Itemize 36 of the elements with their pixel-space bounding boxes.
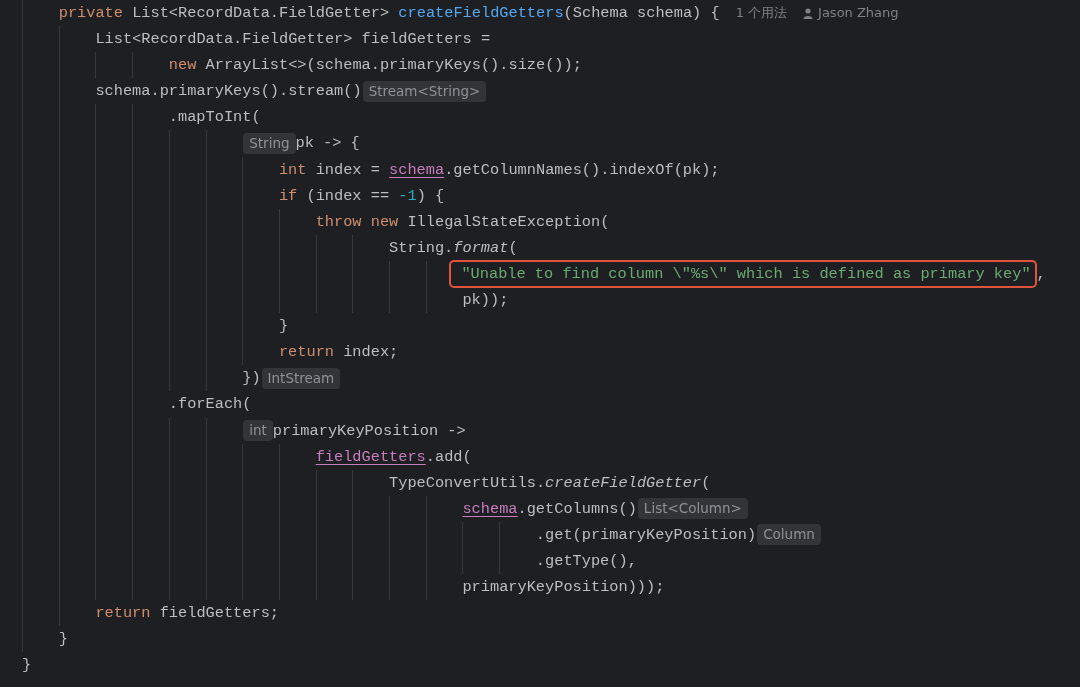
code-text: fieldGetters.add( [315,446,472,468]
type-hint: int [243,420,273,442]
code-text: primaryKeyPosition -> [272,420,466,442]
code-text: } [22,655,32,677]
code-text: int index = schema.getColumnNames().indexOf(pk); [278,159,720,181]
code-text: schema.primaryKeys().stream() [95,81,362,103]
code-text: if (index == -1) { [278,185,445,207]
code-text: throw new IllegalStateException( [315,211,610,233]
code-text: } [278,316,289,338]
highlighted-string: "Unable to find column \"%s\" which is defined as primary key" [449,260,1037,288]
code-text: pk)); [462,290,509,312]
type-hint: Column [757,524,821,546]
author-name[interactable]: Jason Zhang [818,0,899,27]
code-text: primaryKeyPosition))); [462,577,665,599]
usage-count[interactable]: 1 个用法 [735,0,788,27]
person-icon [803,7,814,19]
code-text: } [58,629,68,651]
code-text: pk -> { [295,133,360,155]
code-text: .mapToInt( [168,107,261,129]
code-text: String.format( [389,237,518,259]
code-text: return fieldGetters; [95,603,279,625]
type-hint: List<Column> [637,498,748,520]
code-text: private List<RecordData.FieldGetter> createFieldGetters(Schema schema) { [58,3,720,24]
code-text: schema.getColumns() [462,498,637,520]
code-text: , [1036,263,1046,285]
type-hint: Stream<String> [362,80,487,102]
code-text: TypeConvertUtils.createFieldGetter( [389,472,711,494]
code-text: .forEach( [168,394,252,416]
code-text: return index; [278,342,399,364]
type-hint: String [243,133,296,154]
code-text: List<RecordData.FieldGetter> fieldGetters = [95,29,491,51]
code-text: .get(primaryKeyPosition) [535,524,757,546]
type-hint: IntStream [261,367,341,389]
code-text: }) [242,368,261,390]
code-text: .getType(), [535,550,637,572]
code-text: new ArrayList<>(schema.primaryKeys().size()); [168,55,582,77]
